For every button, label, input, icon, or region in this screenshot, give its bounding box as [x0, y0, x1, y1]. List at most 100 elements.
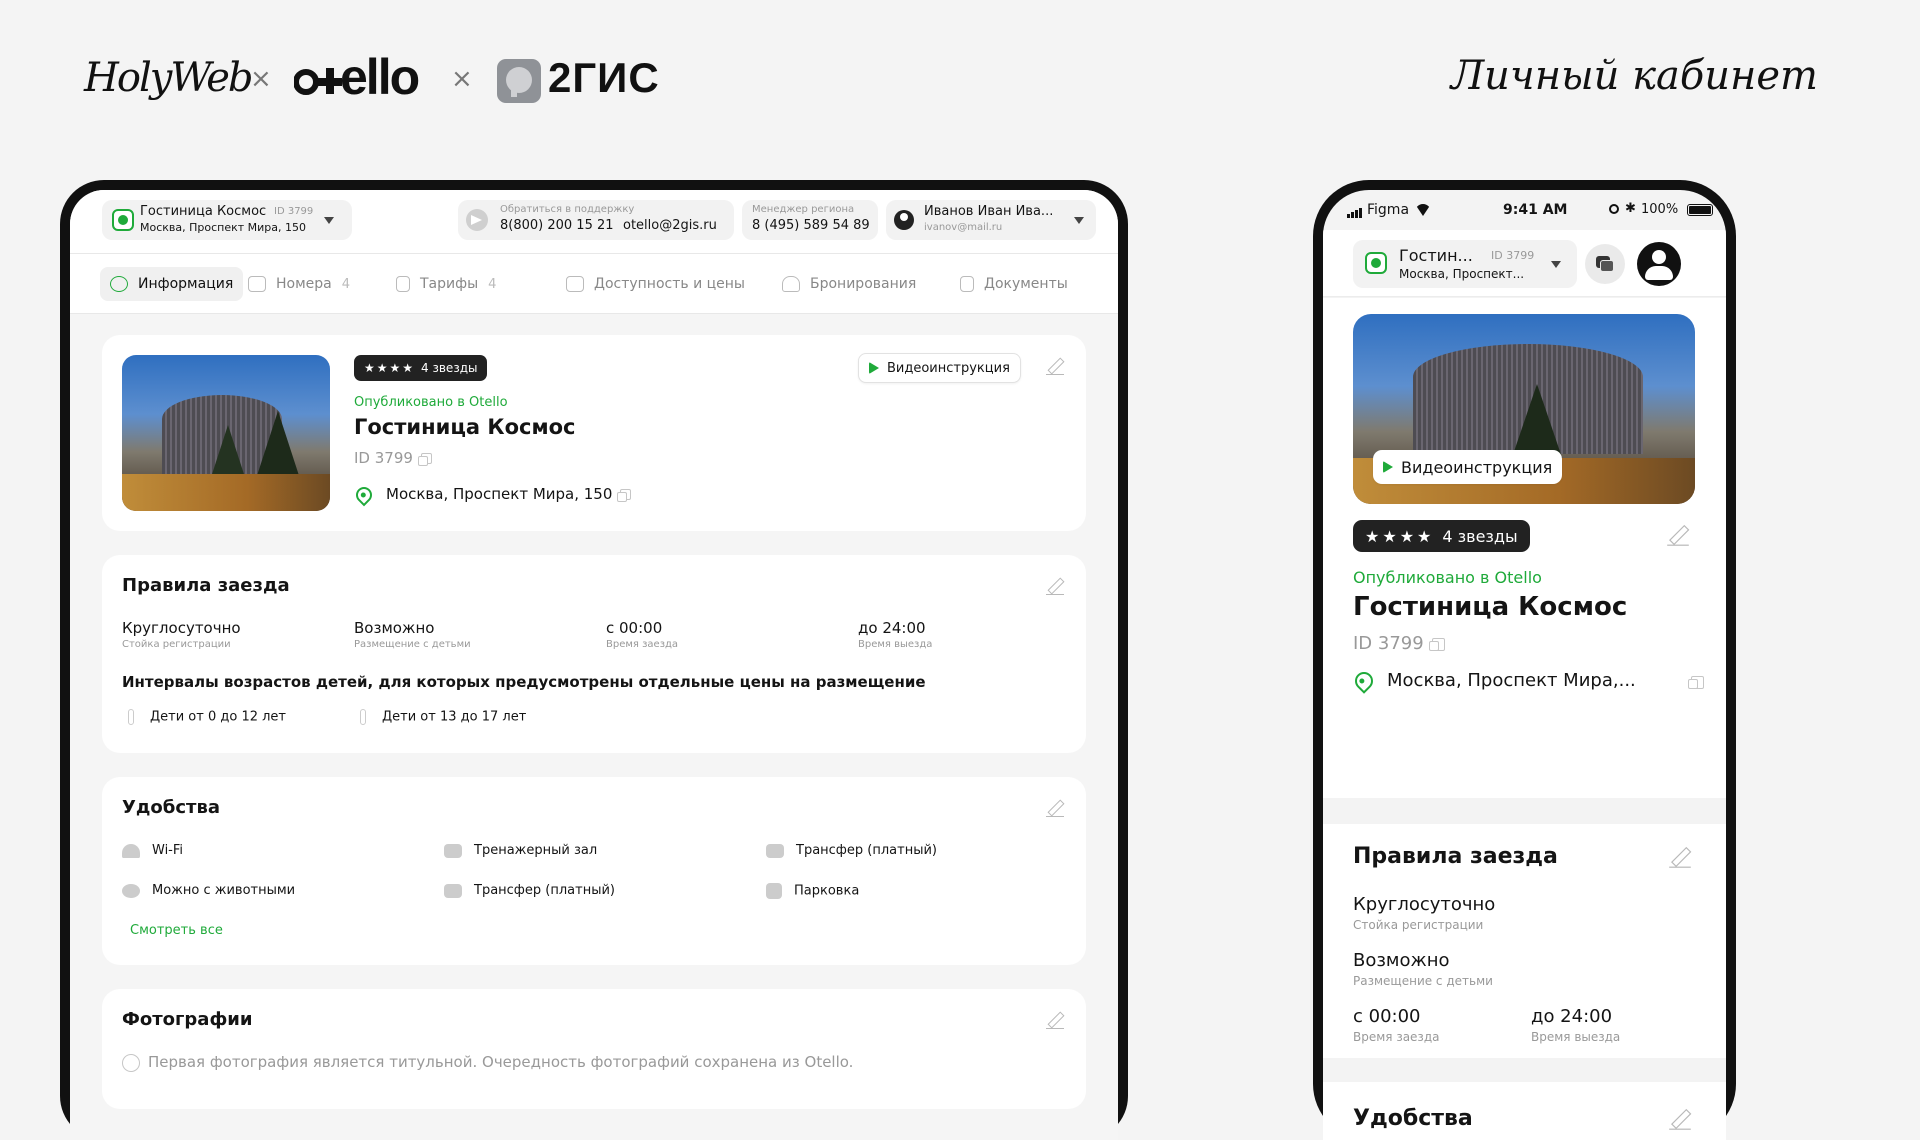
child-interval-label: Дети от 13 до 17 лет — [382, 709, 527, 725]
child-icon — [360, 709, 366, 725]
chevron-down-icon — [324, 217, 334, 224]
tab-label: Документы — [984, 276, 1068, 292]
edit-icon[interactable] — [1046, 357, 1064, 375]
hotel-photo — [122, 355, 330, 511]
tab-rooms[interactable]: Номера 4 — [238, 267, 360, 301]
amenity-item: Трансфер (платный) — [766, 843, 937, 858]
dumbbell-icon — [444, 843, 462, 858]
section-title: Правила заезда — [122, 575, 290, 596]
rule-caption: Размещение с детьми — [1353, 974, 1493, 988]
amenity-item: Парковка — [766, 883, 859, 899]
hotel-photo: Видеоинструкция — [1353, 314, 1695, 504]
hotel-selector-id: ID 3799 — [274, 206, 314, 217]
otello-logo: ello — [294, 48, 420, 106]
hotel-selector-id: ID 3799 — [1491, 249, 1535, 262]
car-icon — [444, 883, 462, 898]
hotel-id: ID 3799 — [354, 449, 432, 467]
bluetooth-icon: ✱ — [1625, 201, 1636, 216]
stars-label: 4 звезды — [1442, 526, 1518, 546]
edit-icon[interactable] — [1046, 1011, 1064, 1029]
wifi-icon — [122, 843, 140, 858]
tab-bookings[interactable]: Бронирования — [772, 267, 926, 301]
edit-icon[interactable] — [1667, 524, 1689, 546]
manager-contact[interactable]: Менеджер региона 8 (495) 589 54 89 — [742, 200, 878, 240]
file-icon — [960, 276, 974, 292]
copy-icon[interactable] — [1688, 676, 1704, 689]
tab-availability[interactable]: Доступность и цены — [556, 267, 755, 301]
amenity-label: Wi-Fi — [152, 843, 184, 858]
info-icon — [122, 1053, 140, 1072]
video-instruction-button[interactable]: Видеоинструкция — [1373, 450, 1563, 484]
hotel-address-text: Москва, Проспект Мира, 150 — [386, 485, 613, 503]
page-title: Личный кабинет — [1450, 53, 1818, 99]
published-status: Опубликовано в Otello — [1353, 568, 1542, 587]
rule-value: Возможно — [354, 619, 435, 637]
edit-icon[interactable] — [1046, 577, 1064, 595]
hotel-selector[interactable]: Гостин... ID 3799 Москва, Проспект... — [1353, 240, 1577, 288]
section-title: Удобства — [122, 797, 220, 818]
support-label: Обратиться в поддержку — [500, 204, 635, 215]
phone-device: Figma 9:41 AM ✱ 100% Гостин... ID 3799 М… — [1313, 180, 1736, 1140]
tab-label: Тарифы — [420, 276, 479, 292]
rule-value: с 00:00 — [606, 619, 663, 637]
tablet-screen: Гостиница Космос ID 3799 Москва, Проспек… — [70, 190, 1118, 1140]
alarm-icon — [1609, 204, 1619, 214]
stars-icon: ★★★★ — [364, 361, 416, 375]
hotel-selector-name: Гостин... — [1399, 246, 1473, 265]
support-phone: 8(800) 200 15 21 — [500, 218, 614, 233]
phone-screen: Figma 9:41 AM ✱ 100% Гостин... ID 3799 М… — [1323, 190, 1726, 1140]
chat-button[interactable] — [1585, 244, 1625, 284]
manager-label: Менеджер региона — [752, 204, 855, 215]
photos-card: Фотографии Первая фотография является ти… — [102, 989, 1086, 1109]
tablet-device: Гостиница Космос ID 3799 Москва, Проспек… — [60, 180, 1128, 1140]
amenity-label: Можно с животными — [152, 883, 296, 898]
edit-icon[interactable] — [1046, 799, 1064, 817]
video-instruction-button[interactable]: Видеоинструкция — [858, 353, 1021, 383]
hotel-name: Гостиница Космос — [1353, 592, 1628, 622]
clock: 9:41 AM — [1503, 202, 1568, 218]
tab-documents[interactable]: Документы — [950, 267, 1078, 301]
holyweb-logo: HolyWeb — [84, 55, 253, 101]
rule-caption: Размещение с детьми — [354, 639, 471, 650]
top-bar: Гостиница Космос ID 3799 Москва, Проспек… — [70, 190, 1118, 254]
user-icon — [1652, 250, 1666, 264]
rule-caption: Стойка регистрации — [122, 639, 231, 650]
signal-icon — [1347, 206, 1362, 222]
document-icon — [396, 276, 410, 292]
copy-icon[interactable] — [417, 453, 432, 466]
phone-header: Гостин... ID 3799 Москва, Проспект... — [1323, 230, 1726, 297]
telegram-icon — [466, 209, 488, 231]
tab-tariffs[interactable]: Тарифы 4 — [386, 267, 506, 301]
edit-icon[interactable] — [1669, 846, 1691, 868]
ground-shape — [122, 473, 330, 511]
rule-value: до 24:00 — [1531, 1006, 1613, 1027]
support-contact[interactable]: Обратиться в поддержку 8(800) 200 15 21 … — [458, 200, 734, 240]
hotel-logo-icon — [1365, 252, 1387, 274]
tab-count: 4 — [341, 276, 351, 292]
see-all-link[interactable]: Смотреть все — [130, 923, 223, 938]
bell-icon — [782, 276, 800, 292]
stars-badge: ★★★★ 4 звезды — [1353, 520, 1530, 552]
hotel-selector-address: Москва, Проспект... — [1399, 267, 1525, 281]
copy-icon[interactable] — [1428, 637, 1445, 651]
amenity-item: Можно с животными — [122, 883, 295, 898]
user-menu[interactable]: Иванов Иван Ива... ivanov@mail.ru — [886, 200, 1096, 240]
hotel-name: Гостиница Космос — [354, 415, 576, 439]
profile-avatar[interactable] — [1637, 242, 1681, 286]
section-title: Фотографии — [122, 1009, 253, 1030]
tab-bar: Информация Номера 4 Тарифы 4 Доступность и… — [70, 254, 1118, 314]
status-bar: Figma 9:41 AM ✱ 100% — [1323, 200, 1726, 226]
parking-icon — [766, 883, 782, 899]
otello-logo-mark — [294, 68, 342, 95]
edit-icon[interactable] — [1669, 1108, 1691, 1130]
location-pin-icon — [1351, 668, 1377, 694]
rule-caption: Время заезда — [606, 639, 679, 650]
hotel-selector[interactable]: Гостиница Космос ID 3799 Москва, Проспек… — [102, 200, 352, 240]
support-email: otello@2gis.ru — [623, 218, 717, 233]
bed-icon — [248, 276, 266, 292]
child-interval: Дети от 13 до 17 лет — [360, 709, 526, 725]
copy-icon[interactable] — [617, 489, 632, 502]
tab-count: 4 — [488, 276, 497, 292]
user-email: ivanov@mail.ru — [924, 222, 1003, 233]
tab-information[interactable]: Информация — [100, 267, 244, 301]
